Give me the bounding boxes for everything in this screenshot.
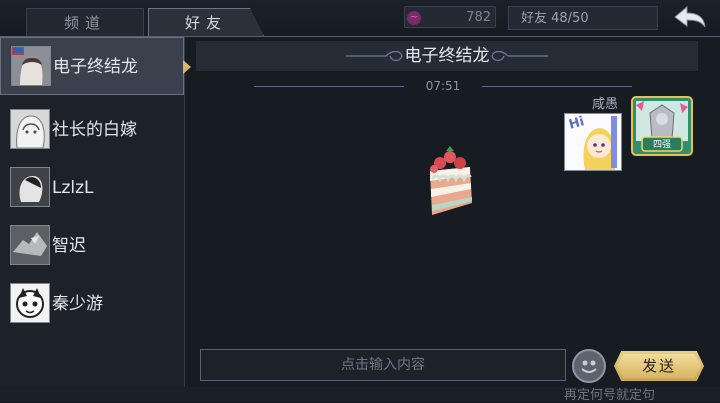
back-button[interactable]: [668, 2, 712, 34]
friend-list: 电子终结龙 社长的白嫁 LzlzL 智迟 秦少游: [0, 37, 191, 387]
friend-item[interactable]: LzlzL: [0, 159, 184, 217]
send-button-label: 发送: [641, 357, 676, 375]
back-arrow-icon: [674, 5, 706, 28]
tab-friend[interactable]: 好友: [148, 8, 264, 36]
chat-panel: 电子终结龙 社长的白嫁 LzlzL 智迟 秦少游 电子终结龙 07:51 咸愚 …: [0, 36, 720, 387]
send-button[interactable]: 发送: [614, 351, 704, 381]
friend-name: 电子终结龙: [53, 57, 138, 77]
tab-channel[interactable]: 频道 13: [26, 8, 144, 36]
avatar: [10, 109, 50, 149]
smiley-icon: [581, 360, 597, 373]
tab-friend-label: 好友: [184, 14, 227, 32]
resource-icon: ~: [407, 11, 421, 25]
friend-item[interactable]: 社长的白嫁: [0, 101, 184, 159]
emoji-button[interactable]: [572, 349, 606, 383]
friend-name: 智迟: [52, 236, 86, 256]
friend-name: 秦少游: [52, 294, 103, 314]
sticker-message[interactable]: Hi: [564, 113, 622, 171]
friend-name: 社长的白嫁: [52, 120, 137, 140]
active-marker-icon: [183, 60, 191, 74]
sender-avatar[interactable]: 四强: [630, 95, 694, 157]
sender-name: 咸愚: [592, 97, 619, 112]
friend-name: LzlzL: [52, 178, 94, 198]
frame-text: 四强: [652, 140, 671, 150]
tab-channel-label: 频道: [63, 14, 106, 32]
chat-title: 电子终结龙: [404, 46, 490, 66]
friend-item[interactable]: 秦少游: [0, 275, 184, 333]
cake-sticker[interactable]: [420, 143, 480, 223]
avatar: [10, 167, 50, 207]
chat-input[interactable]: [200, 349, 566, 381]
divider: [482, 86, 632, 87]
avatar: [11, 46, 51, 86]
ornament-right-icon: [491, 50, 548, 62]
friend-item[interactable]: 智迟: [0, 217, 184, 275]
avatar: [10, 283, 50, 323]
resource-counter: ~ 782: [404, 6, 496, 28]
chat-header: 电子终结龙: [196, 41, 698, 71]
friend-item-active[interactable]: 电子终结龙: [0, 37, 191, 95]
time-separator: 07:51: [254, 77, 632, 95]
cake-icon: [430, 146, 472, 215]
avatar: [10, 225, 50, 265]
resource-value: 782: [466, 10, 491, 25]
friend-count: 好友 48/50: [508, 6, 658, 30]
